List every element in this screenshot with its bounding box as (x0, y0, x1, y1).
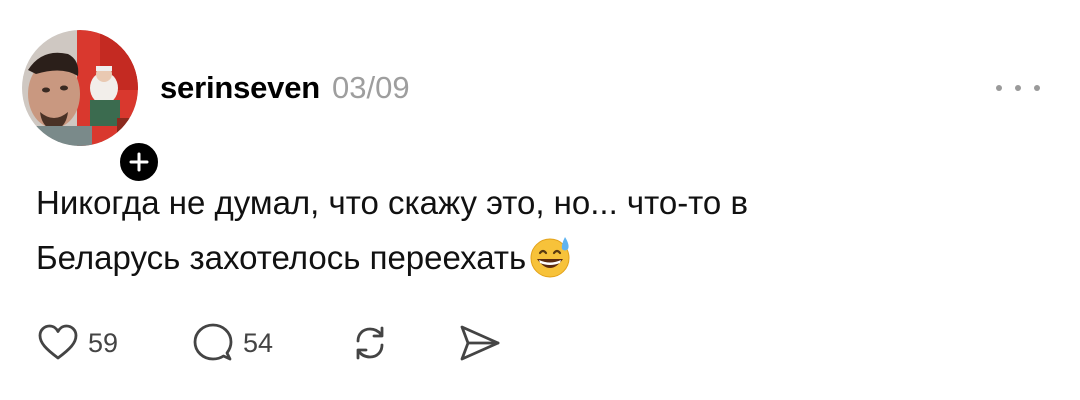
comment-icon (193, 323, 233, 361)
post-header: serinseven 03/09 (160, 70, 410, 110)
like-count: 59 (88, 327, 119, 358)
plus-icon (129, 152, 149, 172)
timestamp: 03/09 (332, 70, 410, 105)
avatar[interactable] (22, 30, 138, 146)
repost-icon (356, 326, 384, 360)
like-button[interactable]: 59 (36, 318, 118, 368)
post-text: Никогда не думал, что скажу это, но... ч… (36, 175, 1036, 285)
send-icon (460, 325, 500, 361)
avatar-photo (22, 30, 138, 146)
post-text-line: Никогда не думал, что скажу это, но... ч… (36, 184, 748, 221)
grinning-face-with-sweat-emoji (530, 237, 570, 278)
more-dot (1015, 85, 1021, 91)
heart-icon (38, 324, 78, 360)
thread-post: serinseven 03/09 Никогда не думал, что с… (0, 0, 1080, 400)
more-dot (1034, 85, 1040, 91)
share-button[interactable] (456, 318, 502, 368)
comment-count: 54 (243, 327, 274, 358)
post-text-line: Беларусь захотелось переехать (36, 239, 527, 276)
avatar-container (22, 30, 162, 185)
username[interactable]: serinseven (160, 70, 320, 106)
more-options-button[interactable] (996, 78, 1040, 98)
more-horizontal-icon (996, 85, 1002, 91)
comment-button[interactable]: 54 (191, 318, 273, 368)
repost-button[interactable] (348, 318, 392, 368)
post-text-line-with-emoji: Беларусь захотелось переехать (36, 230, 1036, 285)
